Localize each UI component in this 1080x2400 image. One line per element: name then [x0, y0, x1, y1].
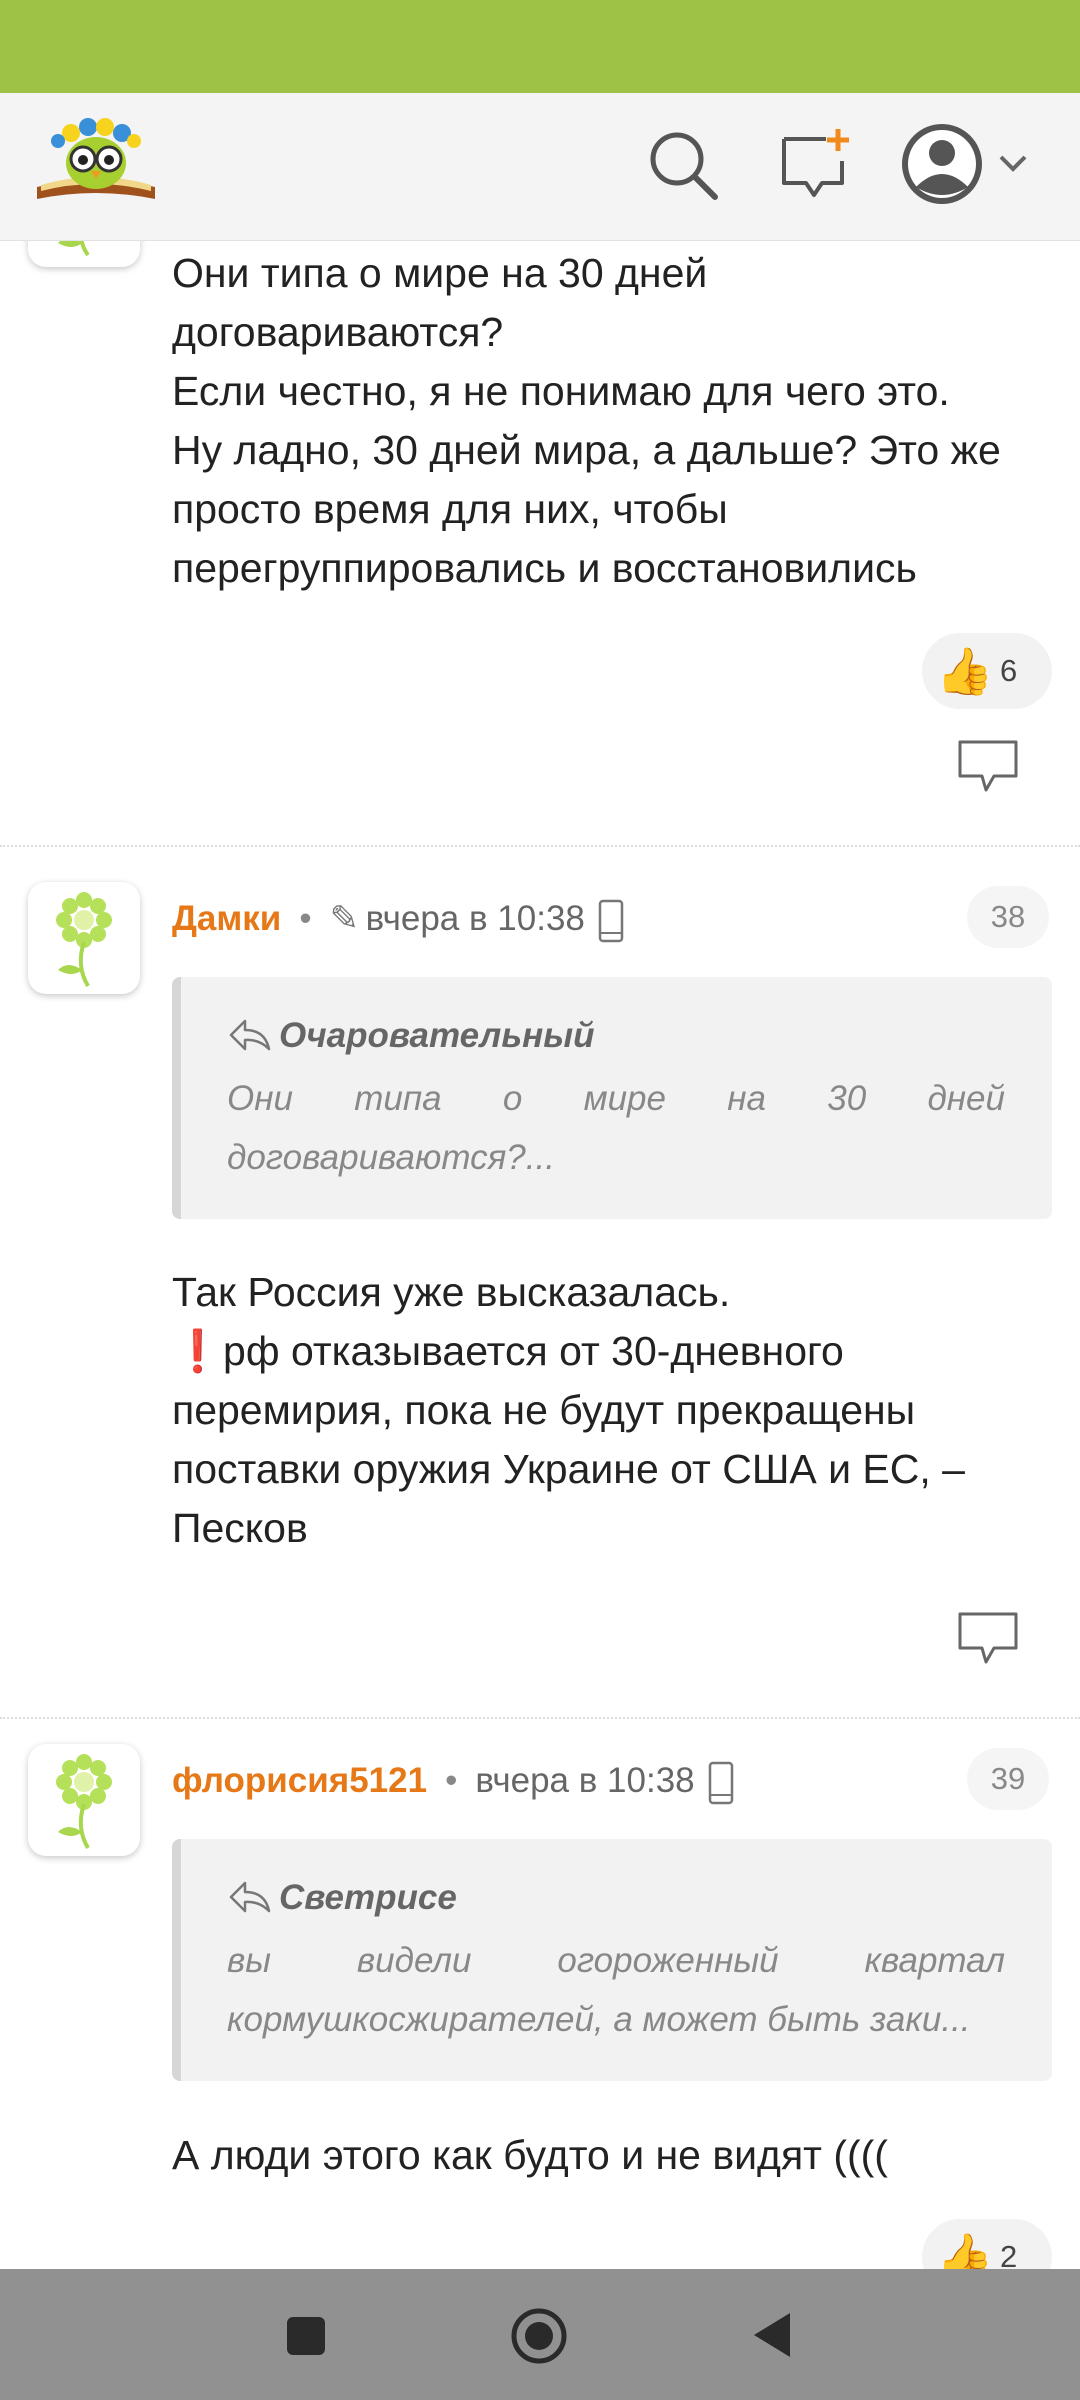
avatar[interactable]	[28, 241, 140, 267]
system-nav-bar	[0, 2269, 1080, 2400]
avatar[interactable]	[28, 1744, 140, 1856]
comment-number[interactable]: 38	[967, 886, 1049, 948]
author-name[interactable]: Дамки	[172, 899, 281, 938]
avatar[interactable]	[28, 882, 140, 994]
mobile-device-icon	[598, 899, 624, 942]
edited-pencil-icon: ✎	[329, 899, 359, 938]
thumbs-up-icon: 👍	[936, 645, 994, 697]
comment-number[interactable]: 39	[967, 1748, 1049, 1810]
author-name[interactable]: флорисия5121	[172, 1761, 427, 1800]
app-header	[0, 93, 1080, 241]
back-icon[interactable]	[750, 2311, 794, 2364]
search-icon[interactable]	[645, 127, 721, 203]
reply-arrow-icon	[229, 1881, 271, 1913]
comment-meta: Дамки • ✎ вчера в 10:38	[172, 889, 625, 949]
like-button[interactable]: 👍 6	[922, 633, 1052, 709]
status-bar	[0, 0, 1080, 93]
quote-text: вы видели огороженный квартал кормушкосж…	[227, 1941, 1005, 2039]
comment-text: Так Россия уже высказалась. ❗рф отказыва…	[172, 1269, 965, 1551]
reply-icon[interactable]	[956, 738, 1020, 796]
like-count: 6	[1000, 653, 1018, 688]
reply-icon[interactable]	[956, 1610, 1020, 1668]
profile-menu-button[interactable]	[899, 119, 1039, 209]
like-button[interactable]: 👍 2	[922, 2219, 1052, 2269]
comment-time: вчера в 10:38	[365, 899, 585, 938]
like-count: 2	[1000, 2239, 1018, 2269]
thumbs-up-icon: 👍	[936, 2231, 994, 2269]
reply-arrow-icon	[229, 1019, 271, 1051]
divider	[0, 1717, 1080, 1719]
comment-time: вчера в 10:38	[475, 1761, 695, 1800]
quote-block[interactable]: Светрисе вы видели огороженный квартал к…	[172, 1839, 1052, 2081]
quote-header: Светрисе	[227, 1875, 457, 1921]
site-logo[interactable]	[33, 107, 159, 207]
quote-author: Очаровательный	[279, 1016, 595, 1055]
quote-block[interactable]: Очаровательный Они типа о мире на 30 дне…	[172, 977, 1052, 1219]
divider	[0, 845, 1080, 847]
comments-feed: Они типа о мире на 30 дней договариваютс…	[0, 241, 1080, 2269]
quote-text: Они типа о мире на 30 дней договариваютс…	[227, 1079, 1005, 1177]
comment-meta: флорисия5121 • вчера в 10:38	[172, 1751, 735, 1811]
quote-header: Очаровательный	[227, 1013, 595, 1059]
quote-author: Светрисе	[279, 1878, 457, 1917]
recent-apps-icon[interactable]	[286, 2316, 326, 2361]
mobile-device-icon	[708, 1761, 733, 1804]
comment-text: Они типа о мире на 30 дней договариваютс…	[172, 250, 1001, 591]
comment-text: А люди этого как будто и не видят ((((	[172, 2132, 888, 2178]
new-comment-icon[interactable]	[776, 127, 852, 203]
home-icon[interactable]	[510, 2307, 568, 2370]
